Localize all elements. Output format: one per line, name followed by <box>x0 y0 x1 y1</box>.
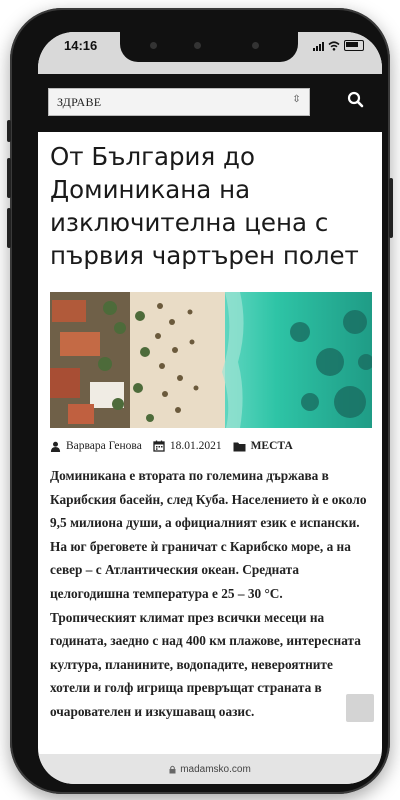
phone-screen: 14:16 ЗДРАВЕ ⇳ От България до Доминикана… <box>38 32 382 784</box>
browser-url: madamsko.com <box>180 763 251 775</box>
lock-icon <box>169 765 176 773</box>
article-category[interactable]: МЕСТА <box>251 440 293 452</box>
signal-icon <box>313 41 324 51</box>
phone-screen-holder: 14:16 ЗДРАВЕ ⇳ От България до Доминикана… <box>10 8 390 794</box>
status-bar: 14:16 <box>38 32 382 74</box>
article-author[interactable]: Варвара Генова <box>66 440 142 452</box>
wifi-icon <box>328 40 340 51</box>
aerial-beach-image <box>50 292 372 428</box>
article-title: От България до Доминикана на изключителн… <box>50 142 359 270</box>
sensor-dot-icon <box>194 42 201 49</box>
article-meta: Варвара Генова 18.01.2021 МЕСТА <box>50 437 372 455</box>
category-select[interactable]: ЗДРАВЕ ⇳ <box>48 88 310 116</box>
notch <box>120 32 298 62</box>
scroll-to-top-button[interactable] <box>346 694 374 722</box>
folder-icon <box>233 442 246 451</box>
user-icon <box>50 441 61 452</box>
status-icons <box>313 40 364 51</box>
article-date: 18.01.2021 <box>169 440 222 452</box>
select-chevron-icon: ⇳ <box>292 94 301 105</box>
site-header: ЗДРАВЕ ⇳ <box>38 74 382 132</box>
status-time: 14:16 <box>64 38 98 53</box>
search-icon[interactable] <box>344 88 368 112</box>
camera-dot-icon <box>150 42 157 49</box>
category-select-value: ЗДРАВЕ <box>57 95 102 109</box>
browser-url-bar[interactable]: madamsko.com <box>38 754 382 784</box>
calendar-icon <box>153 440 165 452</box>
camera-lens-icon <box>252 42 259 49</box>
battery-icon <box>344 40 364 51</box>
article-body: Доминикана е втората по големина държава… <box>50 468 367 719</box>
